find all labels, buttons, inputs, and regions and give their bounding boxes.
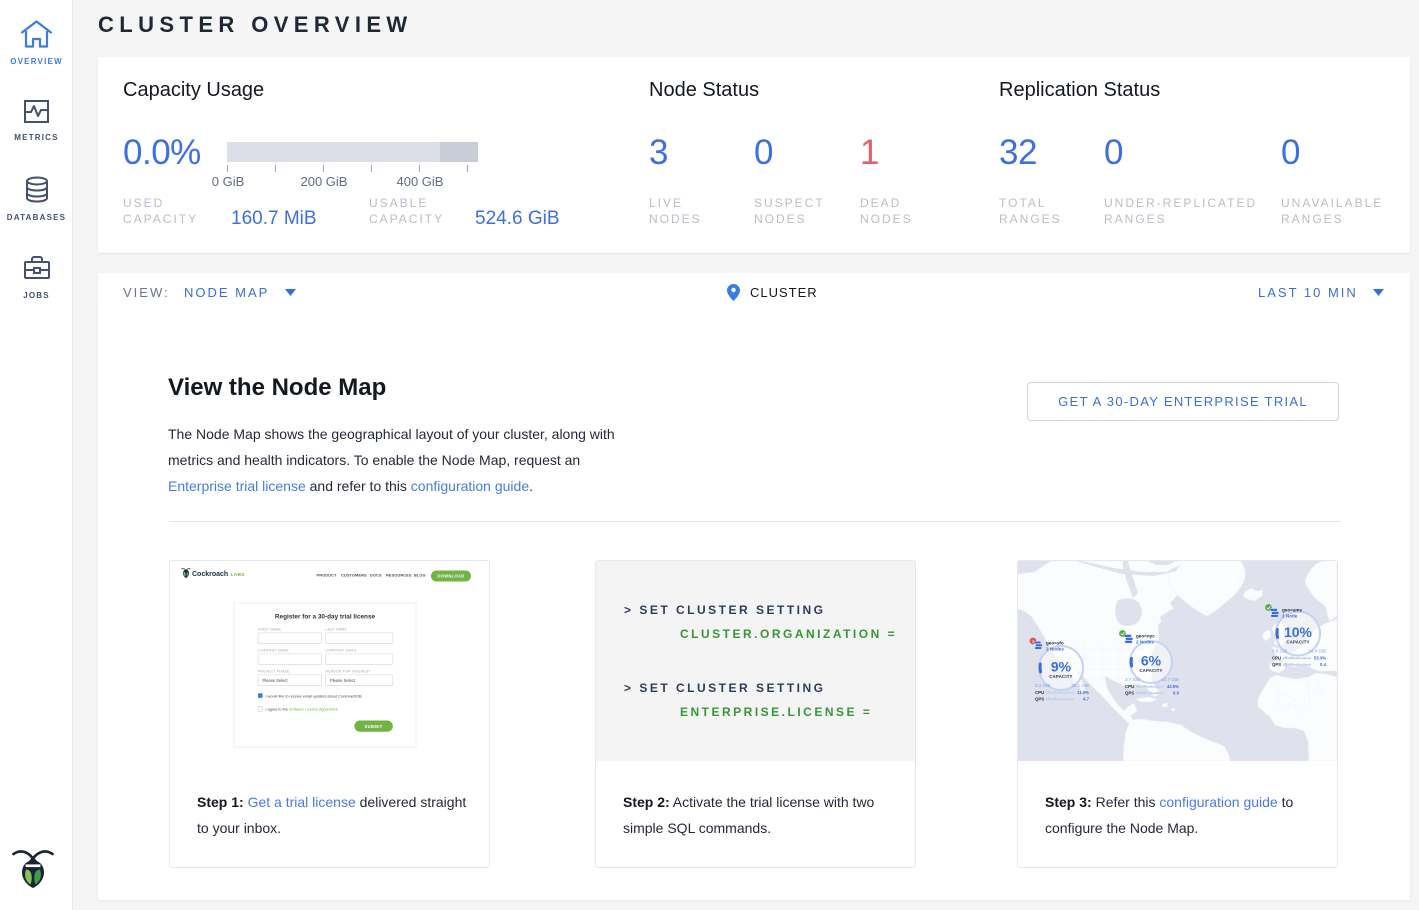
svg-text:geo=sfo: geo=sfo [1046,641,1064,646]
svg-text:LAST NAME: LAST NAME [326,628,348,632]
svg-text:Please Select: Please Select [330,678,356,683]
svg-text:REASON FOR INTEREST: REASON FOR INTEREST [326,670,372,674]
svg-text:COMPANY NAME: COMPANY NAME [258,649,289,653]
svg-text:11.0%: 11.0% [1077,690,1089,695]
svg-text:CPU: CPU [1035,690,1044,695]
svg-text:BLOG: BLOG [414,573,426,578]
svg-text:10%: 10% [1284,624,1313,640]
svg-text:2 Nodes: 2 Nodes [1136,640,1154,645]
svg-text:SUBMIT: SUBMIT [365,724,383,729]
svg-text:6%: 6% [1141,653,1162,669]
svg-text:4.7: 4.7 [1083,697,1090,702]
svg-text:RESOURCES: RESOURCES [386,573,412,578]
svg-text:0.0: 0.0 [1173,691,1180,696]
svg-text:geo=ams: geo=ams [1282,608,1302,613]
svg-text:3.2 GiB: 3.2 GiB [1035,683,1050,688]
svg-text:CAPACITY: CAPACITY [1139,668,1162,673]
svg-text:geo=nyc: geo=nyc [1136,634,1155,639]
svg-text:42.5%: 42.5% [1167,684,1179,689]
svg-text:0.4: 0.4 [1320,662,1327,667]
svg-text:9%: 9% [1051,659,1072,675]
svg-text:FIRST NAME: FIRST NAME [258,628,282,632]
svg-text:QPS: QPS [1272,662,1281,667]
svg-text:Please Select: Please Select [263,678,289,683]
svg-text:CPU: CPU [1272,656,1281,661]
svg-text:CUSTOMERS: CUSTOMERS [341,573,367,578]
svg-text:43.7 GiB: 43.7 GiB [1161,677,1179,682]
svg-text:34.4 GiB: 34.4 GiB [1308,649,1326,654]
svg-text:QPS: QPS [1035,697,1044,702]
svg-text:1 Node: 1 Node [1282,614,1298,619]
svg-text:CPU: CPU [1125,684,1134,689]
svg-text:COMPANY EMAIL: COMPANY EMAIL [326,649,357,653]
svg-text:QPS: QPS [1125,691,1134,696]
svg-text:CAPACITY: CAPACITY [1049,674,1072,679]
svg-text:PRODUCT: PRODUCT [317,573,337,578]
svg-text:CAPACITY: CAPACITY [1286,640,1309,645]
svg-text:3.7 GiB: 3.7 GiB [1125,677,1140,682]
svg-text:53.3%: 53.3% [1314,656,1326,661]
svg-text:3.6 GiB: 3.6 GiB [1272,649,1287,654]
svg-text:DOWNLOAD: DOWNLOAD [438,574,465,579]
svg-text:DOCS: DOCS [370,573,382,578]
svg-text:Register for a 30-day trial li: Register for a 30-day trial license [275,614,376,621]
svg-text:35.1 GiB: 35.1 GiB [1071,683,1089,688]
svg-text:PROJECT PHASE: PROJECT PHASE [258,670,290,674]
svg-text:I would like to receive email: I would like to receive email updates ab… [266,694,363,698]
svg-text:I agree to the Software Licens: I agree to the Software License Agreemen… [266,708,339,712]
svg-text:2 Nodes: 2 Nodes [1046,647,1064,652]
svg-text:LABS: LABS [231,572,246,578]
svg-text:Cockroach: Cockroach [192,571,228,578]
